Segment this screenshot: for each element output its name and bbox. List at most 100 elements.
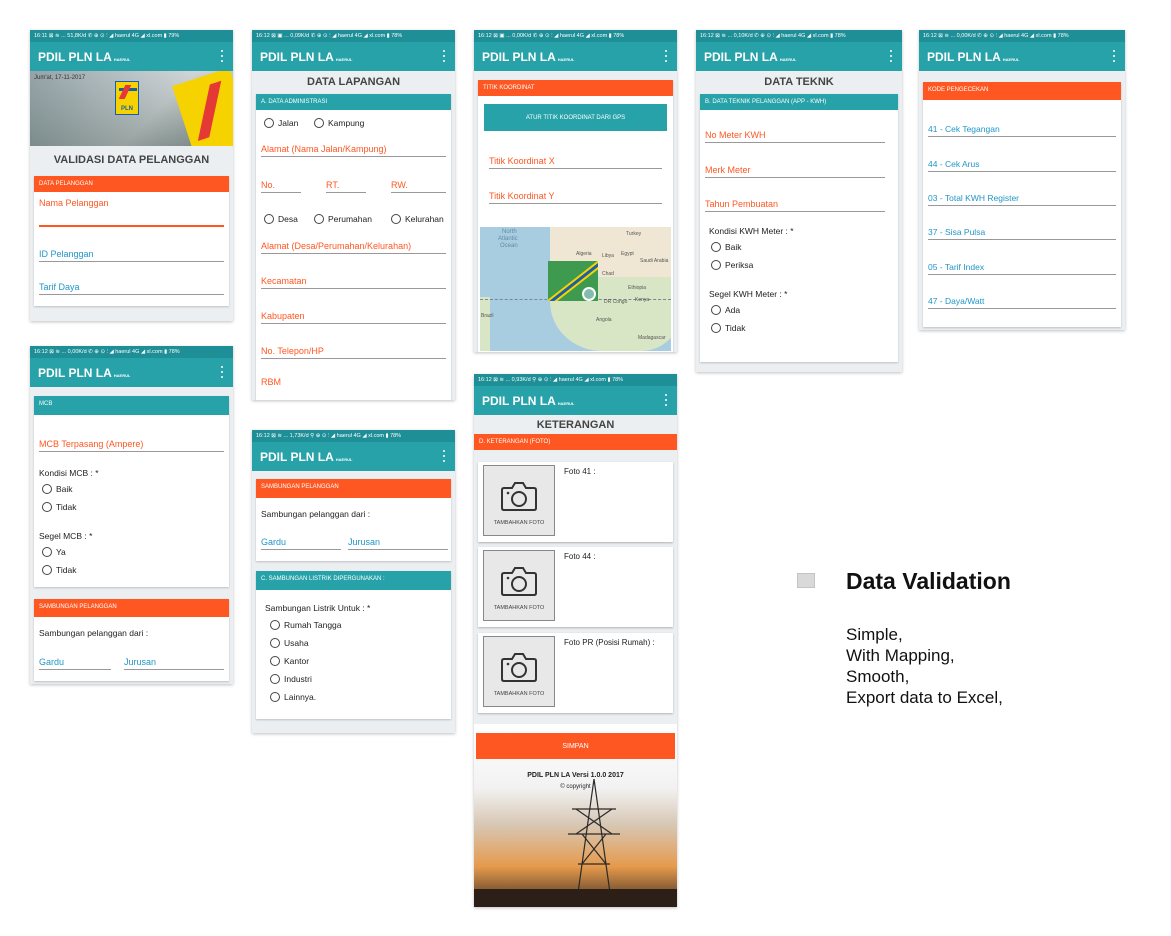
screen-data-teknik: 16:12 ⊠ ≋ ... 0,10K/d ✆ ⊕ ⊙ ⫶ ◢ haerul 4… [696,30,902,372]
gardu-field[interactable]: Gardu [261,537,341,550]
overflow-menu-icon[interactable] [442,450,445,462]
radio-lainnya[interactable]: Lainnya. [270,692,316,702]
app-subtitle: HAERUL [335,457,353,462]
app-title: PDIL PLN LA [704,49,778,64]
overflow-menu-icon[interactable] [220,50,223,62]
radio-tidak[interactable]: Tidak [42,502,76,512]
radio-jalan[interactable]: Jalan [264,118,298,128]
connection-card: SAMBUNGAN PELANGGAN Sambungan pelanggan … [256,479,451,561]
radio-baik[interactable]: Baik [711,242,742,252]
copyright-text: © copyright [560,784,591,790]
gardu-field[interactable]: Gardu [39,657,111,670]
photo-card: TAMBAHKAN FOTO Foto 44 : [478,547,673,627]
photo-label: Foto 44 : [564,552,596,561]
coordinate-card: TITIK KOORDINAT ATUR TITIK KOORDINAT DAR… [478,80,673,352]
page-title: KETERANGAN [536,419,615,431]
rbm-field[interactable]: RBM [261,377,446,389]
app-bar: PDIL PLN LA HAERUL [474,42,677,71]
customer-name-field[interactable]: Nama Pelanggan [39,198,224,210]
jurusan-field[interactable]: Jurusan [348,537,448,550]
add-photo-button[interactable]: TAMBAHKAN FOTO [483,636,555,707]
save-button[interactable]: SIMPAN [476,733,675,759]
no-field[interactable]: No. [261,180,301,193]
add-photo-button[interactable]: TAMBAHKAN FOTO [483,550,555,621]
app-version: PDIL PLN LA Versi 1.0.0 2017 [527,772,624,779]
camera-icon [501,567,537,596]
radio-baik[interactable]: Baik [42,484,73,494]
feature-item: Smooth, [846,667,910,686]
radio-rumah-tangga[interactable]: Rumah Tangga [270,620,342,630]
mcb-seal-label: Segel MCB : * [39,531,93,541]
photo-card: TAMBAHKAN FOTO Foto PR (Posisi Rumah) : [478,633,673,713]
manufacture-year-field[interactable]: Tahun Pembuatan [705,199,885,212]
overflow-menu-icon[interactable] [664,394,667,406]
section-header: DATA PELANGGAN [34,176,229,192]
radio-ya[interactable]: Ya [42,547,66,557]
radio-periksa[interactable]: Periksa [711,260,753,270]
pln-logo-icon: PLN [115,81,139,115]
check-code-item[interactable]: 37 - Sisa Pulsa [928,227,1116,240]
district-field[interactable]: Kecamatan [261,276,446,289]
meter-brand-field[interactable]: Merk Meter [705,165,885,178]
page-title: DATA LAPANGAN [306,76,401,88]
section-header: SAMBUNGAN PELANGGAN [256,479,451,498]
regency-field[interactable]: Kabupaten [261,311,446,324]
coord-y-field[interactable]: Titik Koordinat Y [489,191,662,204]
check-code-item[interactable]: 03 - Total KWH Register [928,193,1116,206]
radio-tidak[interactable]: Tidak [711,323,745,333]
overflow-menu-icon[interactable] [664,50,667,62]
feature-bullet-icon [797,573,815,588]
map-search-icon[interactable] [582,287,596,301]
rw-field[interactable]: RW. [391,180,446,193]
status-bar: 16:12 ⊠ ≋ ... 0,00K/d ✆ ⊕ ⊙ ⫶ ◢ haerul 4… [30,346,233,358]
meter-number-field[interactable]: No Meter KWH [705,130,885,143]
jurusan-field[interactable]: Jurusan [124,657,224,670]
village-address-field[interactable]: Alamat (Desa/Perumahan/Kelurahan) [261,241,446,254]
radio-kelurahan[interactable]: Kelurahan [391,214,444,224]
overflow-menu-icon[interactable] [442,50,445,62]
rt-field[interactable]: RT. [326,180,366,193]
check-code-item[interactable]: 05 - Tarif Index [928,262,1116,275]
overflow-menu-icon[interactable] [220,366,223,378]
screen-sambungan: 16:12 ⊠ ≋ ... 1,73K/d ⚲ ⊕ ⊙ ⫶ ◢ haerul 4… [252,430,455,733]
status-bar: 16:11 ⊠ ≋ ... 51,8K/d ✆ ⊕ ⊙ ⫶ ◢ haerul 4… [30,30,233,42]
radio-usaha[interactable]: Usaha [270,638,309,648]
customer-id-field[interactable]: ID Pelanggan [39,249,224,262]
overflow-menu-icon[interactable] [1112,50,1115,62]
app-subtitle: HAERUL [1002,57,1020,62]
overflow-menu-icon[interactable] [889,50,892,62]
map-view[interactable]: North Atlantic Ocean Turkey Algeria Liby… [480,227,671,351]
add-photo-button[interactable]: TAMBAHKAN FOTO [483,465,555,536]
radio-ada[interactable]: Ada [711,305,740,315]
coord-x-field[interactable]: Titik Koordinat X [489,156,662,169]
radio-kantor[interactable]: Kantor [270,656,309,666]
feature-item: With Mapping, [846,646,955,665]
app-title: PDIL PLN LA [482,49,556,64]
app-title: PDIL PLN LA [260,49,334,64]
app-subtitle: HAERUL [335,57,353,62]
check-code-item[interactable]: 47 - Daya/Watt [928,296,1116,309]
radio-industri[interactable]: Industri [270,674,312,684]
app-subtitle: HAERUL [113,373,131,378]
radio-tidak[interactable]: Tidak [42,565,76,575]
camera-icon [501,653,537,682]
check-code-item[interactable]: 41 - Cek Tegangan [928,124,1116,137]
radio-kampung[interactable]: Kampung [314,118,364,128]
app-subtitle: HAERUL [113,57,131,62]
app-title: PDIL PLN LA [927,49,1001,64]
gps-button[interactable]: ATUR TITIK KOORDINAT DARI GPS [484,104,667,131]
section-header: KODE PENGECEKAN [923,82,1121,100]
status-bar: 16:12 ⊠ ▣ ... 0,09K/d ✆ ⊕ ⊙ ⫶ ◢ haerul 4… [252,30,455,42]
tariff-field[interactable]: Tarif Daya [39,282,224,295]
street-address-field[interactable]: Alamat (Nama Jalan/Kampung) [261,144,446,157]
section-header: D. KETERANGAN (FOTO) [474,434,677,450]
radio-perumahan[interactable]: Perumahan [314,214,372,224]
mcb-installed-field[interactable]: MCB Terpasang (Ampere) [39,439,224,452]
mcb-card: MCB MCB Terpasang (Ampere) Kondisi MCB :… [34,396,229,587]
section-header: B. DATA TEKNIK PELANGGAN (APP - KWH) [700,94,898,110]
feature-item: Simple, [846,625,903,644]
phone-field[interactable]: No. Telepon/HP [261,346,446,359]
radio-desa[interactable]: Desa [264,214,298,224]
check-code-item[interactable]: 44 - Cek Arus [928,159,1116,172]
meter-condition-label: Kondisi KWH Meter : * [709,226,794,236]
